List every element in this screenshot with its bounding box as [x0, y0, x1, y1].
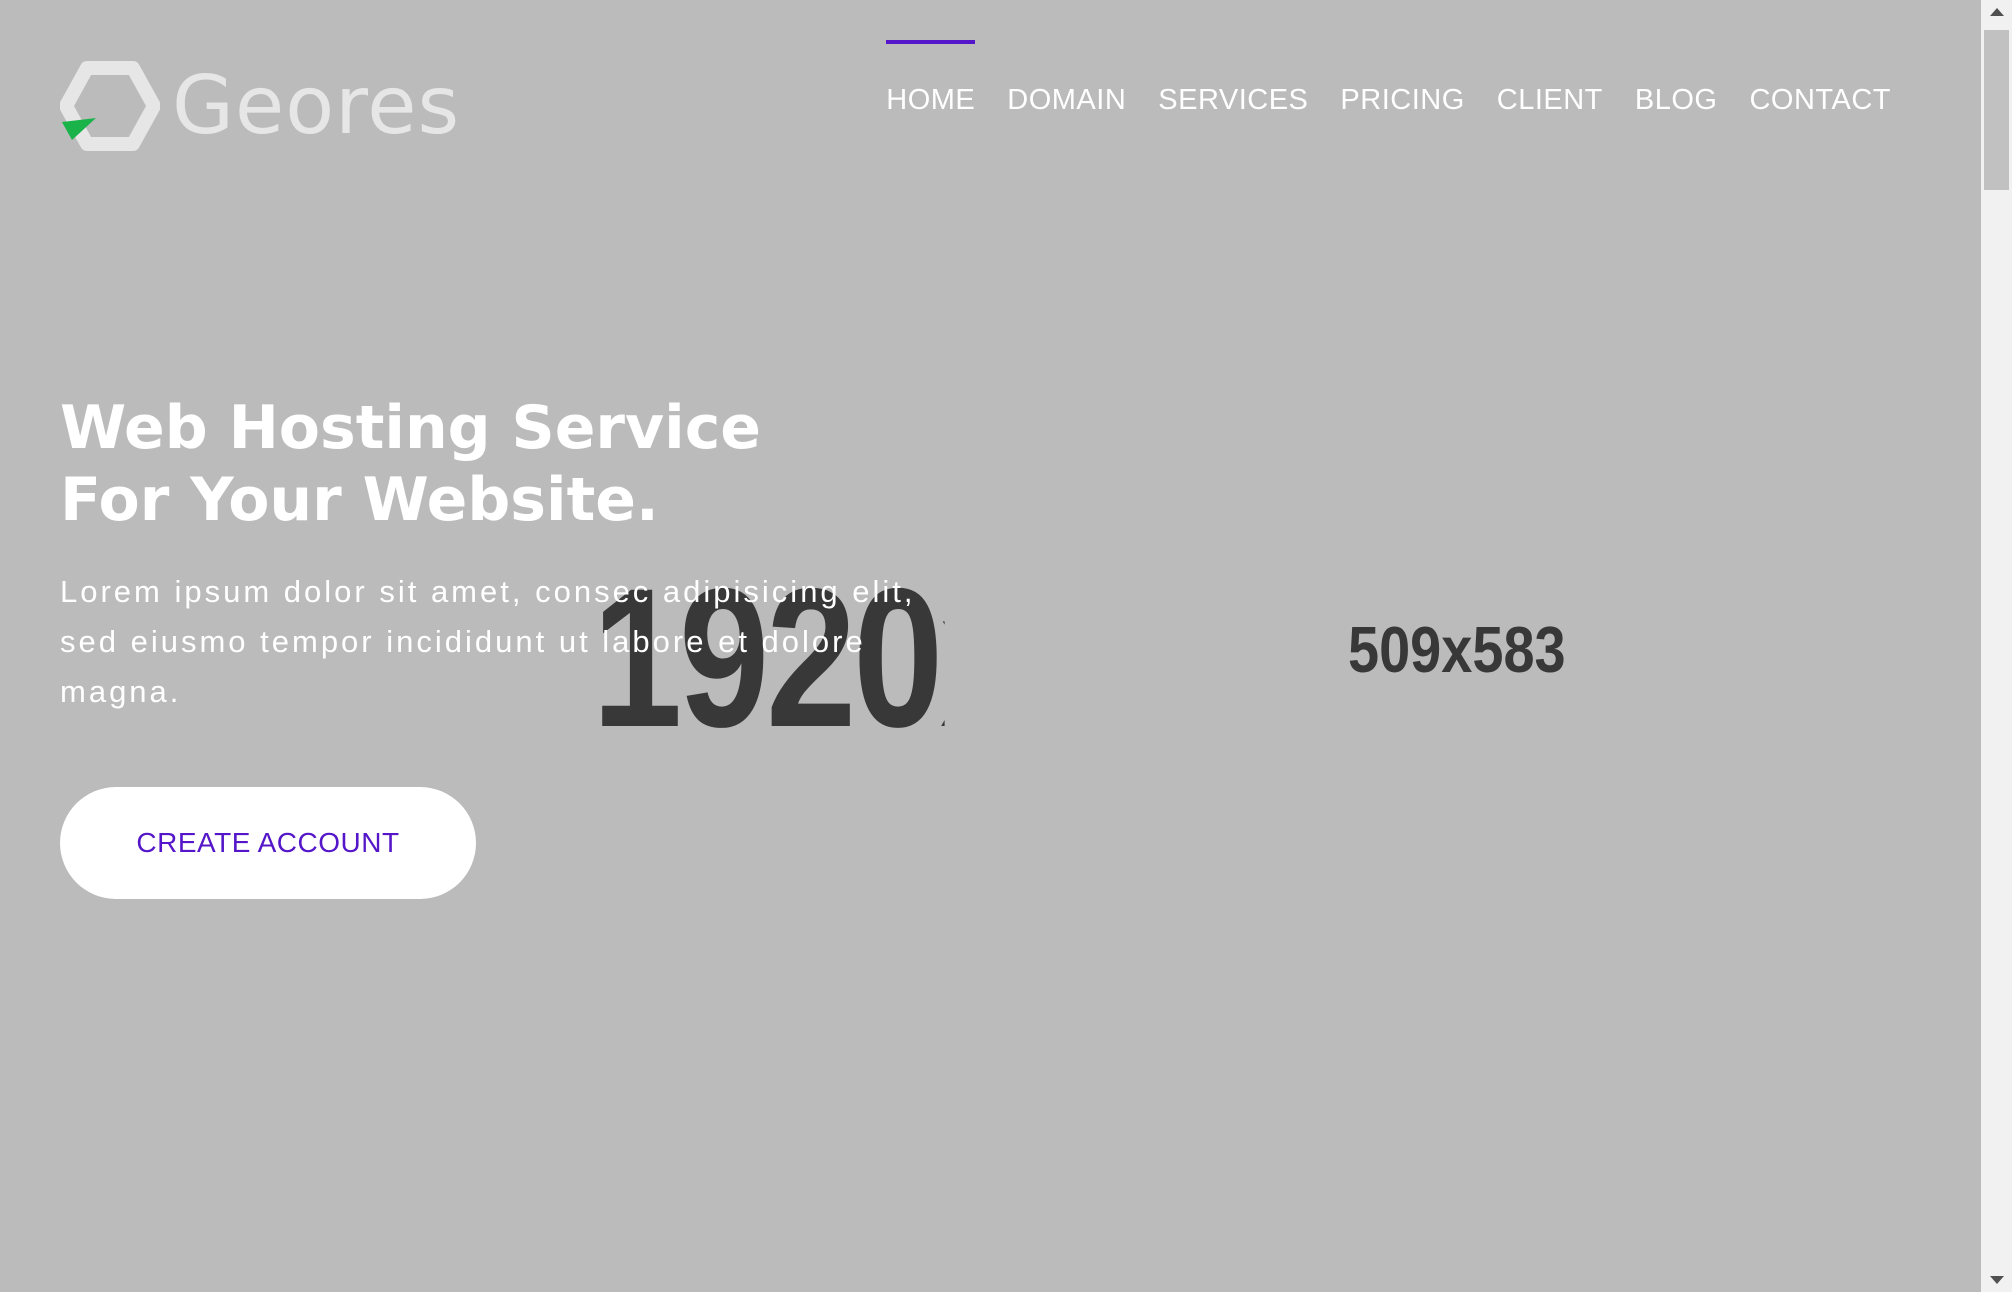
- nav-item-blog[interactable]: BLOG: [1635, 40, 1718, 117]
- hero-description: Lorem ipsum dolor sit amet, consec adipi…: [60, 574, 916, 709]
- create-account-button[interactable]: CREATE ACCOUNT: [60, 787, 476, 899]
- logo-text: Geores: [172, 59, 461, 152]
- hero-title-line-1: Web Hosting Service: [60, 393, 761, 463]
- hero-image-placeholder: 509x583: [1348, 613, 1566, 686]
- site-logo[interactable]: Geores: [60, 60, 460, 152]
- main-nav: HOME DOMAIN SERVICES PRICING CLIENT BLOG…: [886, 40, 1891, 117]
- hexagon-arrow-icon: [60, 60, 160, 152]
- nav-item-client[interactable]: CLIENT: [1497, 40, 1603, 117]
- page: 1920x 509x583 Geores HOME DOMAIN SERVICE…: [0, 0, 1981, 1292]
- nav-item-contact[interactable]: CONTACT: [1749, 40, 1891, 117]
- nav-item-services[interactable]: SERVICES: [1158, 40, 1308, 117]
- nav-item-home[interactable]: HOME: [886, 40, 976, 117]
- vertical-scrollbar[interactable]: [1981, 0, 2012, 1292]
- scroll-down-arrow-icon[interactable]: [1981, 1268, 2012, 1292]
- hero-title-line-2: For Your Website.: [60, 465, 659, 535]
- scrollbar-thumb[interactable]: [1984, 30, 2009, 190]
- scroll-up-arrow-icon[interactable]: [1981, 0, 2012, 24]
- nav-item-domain[interactable]: DOMAIN: [1007, 40, 1126, 117]
- nav-item-pricing[interactable]: PRICING: [1340, 40, 1464, 117]
- hero-title: Web Hosting Service For Your Website.: [60, 392, 960, 536]
